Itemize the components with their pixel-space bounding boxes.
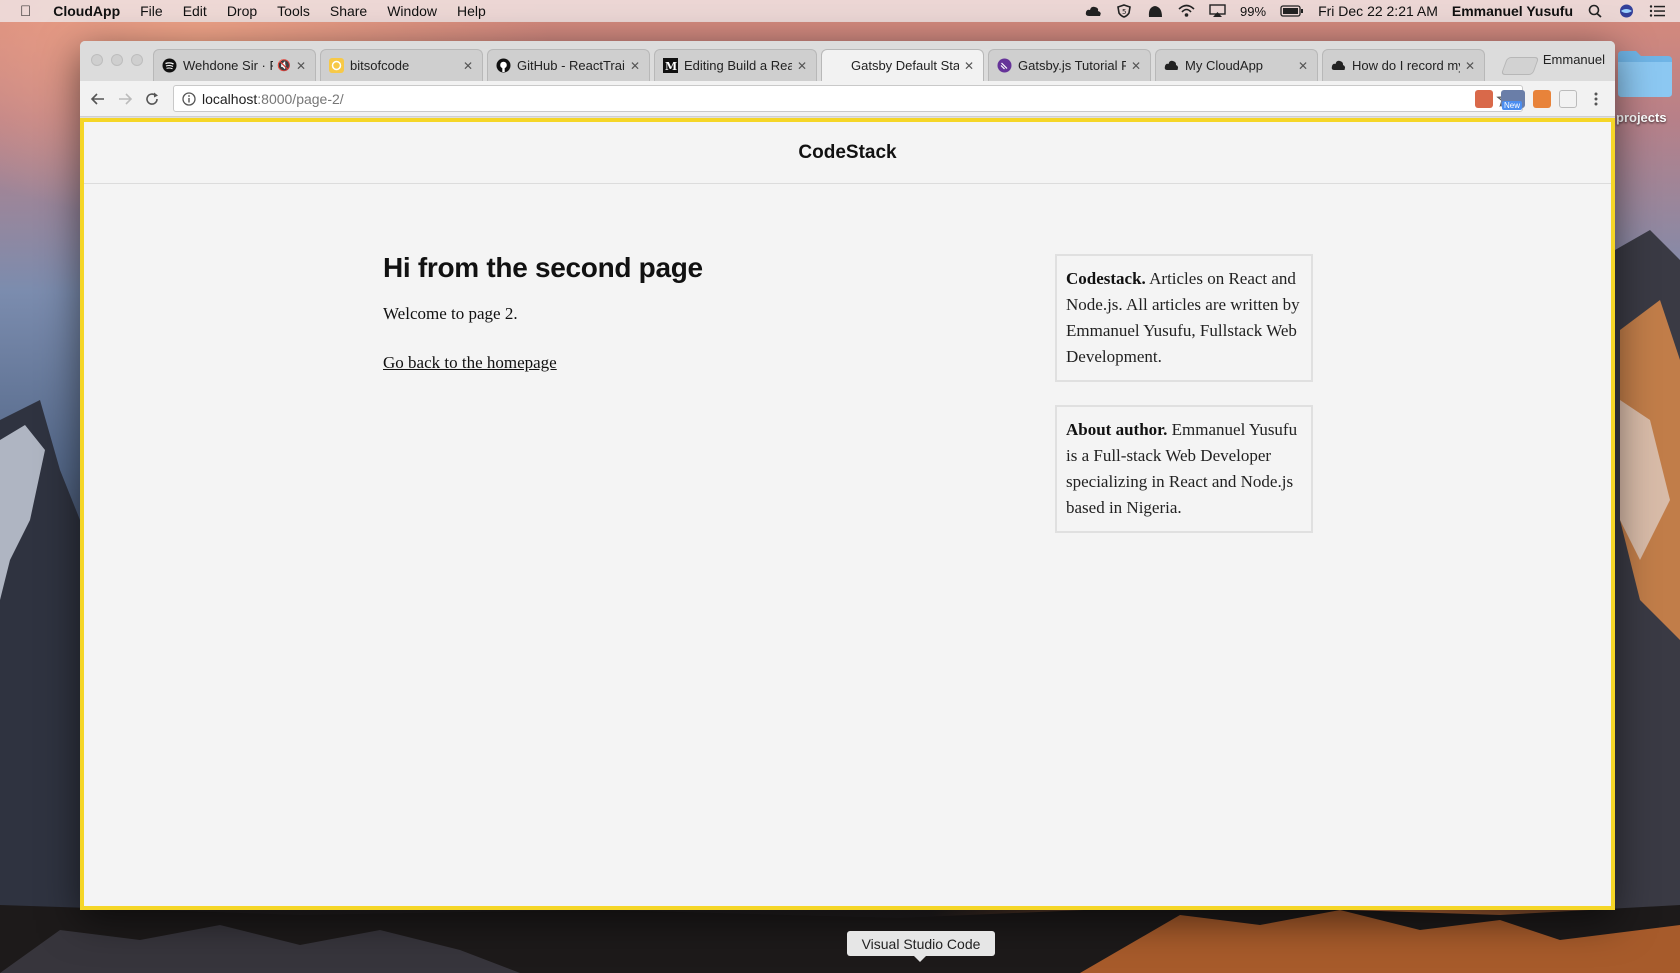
notification-center-icon[interactable]: [1649, 4, 1666, 18]
tab-spotify[interactable]: Wehdone Sir · Fa 🔇 ✕: [153, 49, 316, 81]
box-title: Codestack.: [1066, 269, 1146, 288]
site-title[interactable]: CodeStack: [798, 142, 896, 164]
bitsofcode-icon: [329, 58, 344, 73]
extension-new-icon[interactable]: New: [1501, 90, 1525, 110]
profile-button[interactable]: Emmanuel: [1543, 52, 1605, 67]
close-tab-icon[interactable]: ✕: [295, 59, 307, 73]
menu-help[interactable]: Help: [457, 3, 486, 19]
spotify-icon: [162, 58, 177, 73]
extension-icon[interactable]: [1475, 90, 1493, 108]
tab-title: bitsofcode: [350, 58, 410, 73]
tab-title: How do I record my: [1352, 58, 1460, 73]
menu-tools[interactable]: Tools: [277, 3, 310, 19]
tab-title: Editing Build a Reac: [684, 58, 792, 73]
menu-window[interactable]: Window: [387, 3, 437, 19]
minimize-window-button[interactable]: [111, 54, 123, 66]
tab-gatsby-default[interactable]: Gatsby Default Star ✕: [821, 49, 984, 81]
codestack-info-box: Codestack. Articles on React and Node.js…: [1055, 254, 1313, 382]
battery-icon[interactable]: [1280, 4, 1304, 18]
close-tab-icon[interactable]: ✕: [1130, 59, 1142, 73]
apple-menu-icon[interactable]: : [20, 3, 31, 20]
page-heading: Hi from the second page: [383, 252, 703, 283]
menu-drop[interactable]: Drop: [227, 3, 257, 19]
cloudapp-icon: [1331, 58, 1346, 73]
url-path: :8000/page-2/: [257, 90, 344, 107]
speaker-muted-icon[interactable]: 🔇: [277, 59, 291, 72]
tab-gatsby-tutorial[interactable]: Gatsby.js Tutorial P ✕: [988, 49, 1151, 81]
address-bar[interactable]: localhost:8000/page-2/: [173, 85, 1523, 112]
tab-title: Gatsby.js Tutorial P: [1018, 58, 1126, 73]
siri-icon[interactable]: [1618, 4, 1635, 18]
user-menu[interactable]: Emmanuel Yusufu: [1452, 3, 1573, 19]
dock-tooltip: Visual Studio Code: [847, 931, 995, 962]
back-arrow-icon[interactable]: [88, 89, 108, 109]
app-menu[interactable]: CloudApp: [53, 3, 120, 19]
shield-icon[interactable]: 5: [1116, 4, 1133, 18]
new-badge: New: [1502, 101, 1523, 110]
menu-file[interactable]: File: [140, 3, 163, 19]
tab-title: Wehdone Sir · Fa: [183, 58, 273, 73]
wifi-icon[interactable]: [1178, 4, 1195, 18]
menu-bar:  CloudApp File Edit Drop Tools Share Wi…: [0, 0, 1680, 22]
intro-text: Welcome to page 2.: [383, 304, 518, 323]
close-window-button[interactable]: [91, 54, 103, 66]
more-menu-icon[interactable]: [1586, 89, 1606, 109]
main-content: Hi from the second page Welcome to page …: [383, 252, 943, 373]
reload-icon[interactable]: [142, 89, 162, 109]
tab-record-help[interactable]: How do I record my ✕: [1322, 49, 1485, 81]
close-tab-icon[interactable]: ✕: [796, 59, 808, 73]
close-tab-icon[interactable]: ✕: [629, 59, 641, 73]
page-viewport: CodeStack Hi from the second page Welcom…: [80, 118, 1615, 910]
tab-github[interactable]: GitHub - ReactTrain ✕: [487, 49, 650, 81]
folder-icon[interactable]: [1616, 47, 1672, 97]
info-icon[interactable]: [182, 91, 196, 106]
extension-percent-icon[interactable]: [1533, 90, 1551, 108]
ghost-icon[interactable]: [1147, 4, 1164, 18]
tab-title: My CloudApp: [1185, 58, 1264, 73]
airplay-icon[interactable]: [1209, 4, 1226, 18]
battery-percent: 99%: [1240, 3, 1267, 19]
new-tab-button[interactable]: [1500, 57, 1540, 75]
gatsby-icon: [997, 58, 1012, 73]
url-host: localhost: [202, 90, 258, 107]
clock[interactable]: Fri Dec 22 2:21 AM: [1318, 3, 1438, 19]
menu-edit[interactable]: Edit: [183, 3, 207, 19]
extension-shield-icon[interactable]: [1559, 90, 1577, 108]
tab-title: Gatsby Default Star: [851, 58, 959, 73]
forward-arrow-icon[interactable]: [115, 89, 135, 109]
tab-my-cloudapp[interactable]: My CloudApp ✕: [1155, 49, 1318, 81]
tab-strip: Wehdone Sir · Fa 🔇 ✕ bitsofcode ✕ GitHub…: [80, 41, 1615, 81]
close-tab-icon[interactable]: ✕: [1464, 59, 1476, 73]
browser-window: Wehdone Sir · Fa 🔇 ✕ bitsofcode ✕ GitHub…: [80, 41, 1615, 910]
folder-label[interactable]: projects: [1616, 110, 1667, 125]
back-home-link[interactable]: Go back to the homepage: [383, 353, 557, 373]
site-header: CodeStack: [84, 122, 1611, 184]
github-icon: [496, 58, 511, 73]
window-controls: [91, 54, 151, 66]
close-tab-icon[interactable]: ✕: [1297, 59, 1309, 73]
svg-text:5: 5: [1122, 8, 1126, 16]
tab-medium[interactable]: M Editing Build a Reac ✕: [654, 49, 817, 81]
zoom-window-button[interactable]: [131, 54, 143, 66]
medium-icon: M: [663, 58, 678, 73]
tab-title: GitHub - ReactTrain: [517, 58, 625, 73]
close-tab-icon[interactable]: ✕: [963, 59, 975, 73]
svg-text:M: M: [665, 60, 677, 73]
browser-toolbar: localhost:8000/page-2/ New: [80, 81, 1615, 117]
menu-share[interactable]: Share: [330, 3, 367, 19]
cloudapp-icon: [1164, 58, 1179, 73]
about-author-box: About author. Emmanuel Yusufu is a Full-…: [1055, 405, 1313, 533]
cloudapp-status-icon[interactable]: [1085, 4, 1102, 18]
tab-bitsofcode[interactable]: bitsofcode ✕: [320, 49, 483, 81]
spotlight-search-icon[interactable]: [1587, 4, 1604, 18]
box-title: About author.: [1066, 420, 1168, 439]
close-tab-icon[interactable]: ✕: [462, 59, 474, 73]
